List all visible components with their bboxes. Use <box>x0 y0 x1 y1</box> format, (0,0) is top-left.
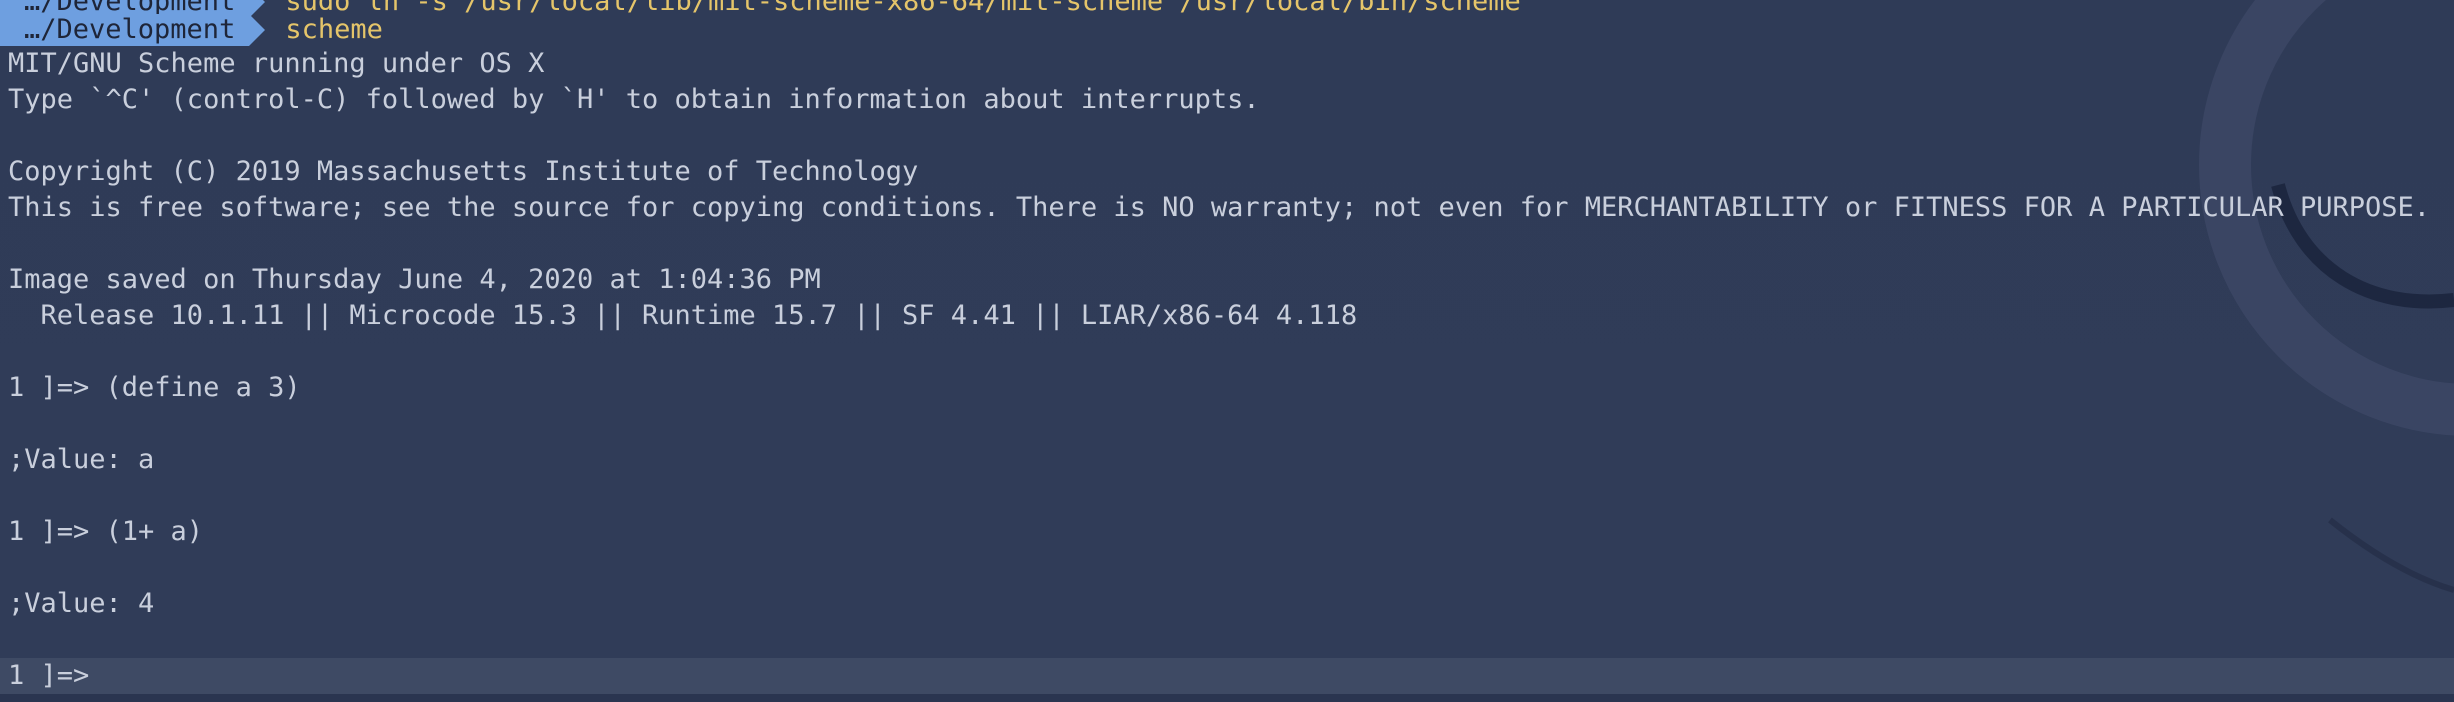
prompt-directory-segment: …/Development <box>0 14 266 46</box>
output-line: ;Value: a <box>8 444 155 475</box>
terminal-window[interactable]: …/Development sudo ln -s /usr/local/lib/… <box>0 0 2454 702</box>
prompt-command: sudo ln -s /usr/local/lib/mit-scheme-x86… <box>285 0 1521 17</box>
terminal-bottom-edge <box>0 694 2454 702</box>
output-line: ;Value: 4 <box>8 588 155 619</box>
output-line: MIT/GNU Scheme running under OS X <box>8 48 545 79</box>
output-line: Copyright (C) 2019 Massachusetts Institu… <box>8 156 919 187</box>
output-line: Type `^C' (control-C) followed by `H' to… <box>8 84 1260 115</box>
output-line: Image saved on Thursday June 4, 2020 at … <box>8 264 821 295</box>
output-line: Release 10.1.11 || Microcode 15.3 || Run… <box>8 300 1358 331</box>
prompt-command: scheme <box>285 14 383 45</box>
active-input-line[interactable]: 1 ]=> <box>0 658 2454 694</box>
output-line: 1 ]=> (1+ a) <box>8 516 204 547</box>
repl-prompt[interactable]: 1 ]=> <box>8 658 106 694</box>
output-line: This is free software; see the source fo… <box>8 192 2431 223</box>
output-line: 1 ]=> (define a 3) <box>8 372 301 403</box>
current-shell-prompt: …/Development scheme <box>0 14 383 46</box>
